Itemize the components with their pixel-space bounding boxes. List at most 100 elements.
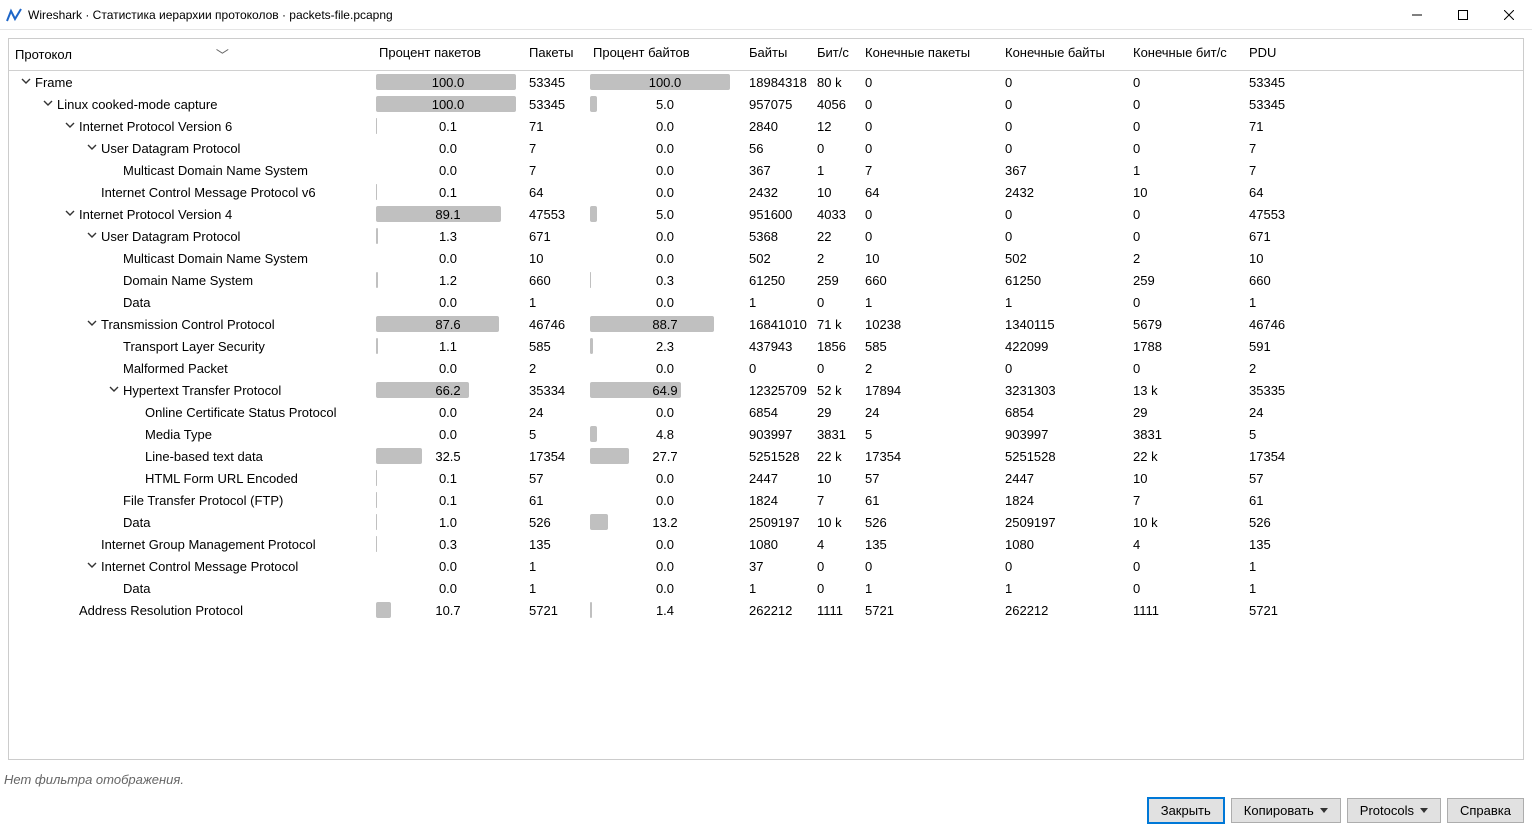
end-bits-per-sec: 0 [1127, 137, 1243, 159]
packets: 660 [523, 269, 587, 291]
maximize-button[interactable] [1440, 0, 1486, 30]
packets: 135 [523, 533, 587, 555]
percent-packets: 1.3 [373, 225, 523, 247]
close-button[interactable]: Закрыть [1147, 797, 1225, 824]
protocol-name: Line-based text data [145, 449, 263, 464]
table-row[interactable]: Malformed Packet0.020.0002002 [9, 357, 1523, 379]
table-row[interactable]: Frame100.053345100.01898431880 k00053345 [9, 71, 1523, 93]
col-pdu[interactable]: PDU [1243, 39, 1333, 66]
end-packets: 5 [859, 423, 999, 445]
tree-toggle-icon[interactable] [63, 120, 77, 133]
table-row[interactable]: Internet Protocol Version 60.1710.028401… [9, 115, 1523, 137]
tree-toggle-icon[interactable] [41, 98, 55, 111]
table-row[interactable]: Internet Protocol Version 489.1475535.09… [9, 203, 1523, 225]
percent-bytes: 0.0 [587, 533, 743, 555]
titlebar: Wireshark · Статистика иерархии протокол… [0, 0, 1532, 30]
bytes: 0 [743, 357, 811, 379]
table-row[interactable]: Address Resolution Protocol10.757211.426… [9, 599, 1523, 621]
close-window-button[interactable] [1486, 0, 1532, 30]
table-row[interactable]: Online Certificate Status Protocol0.0240… [9, 401, 1523, 423]
percent-packets: 0.3 [373, 533, 523, 555]
col-protocol[interactable]: Протокол ﹀ [9, 39, 373, 70]
end-bytes: 2432 [999, 181, 1127, 203]
table-row[interactable]: Hypertext Transfer Protocol66.23533464.9… [9, 379, 1523, 401]
tree-toggle-icon[interactable] [85, 560, 99, 573]
col-percent-bytes[interactable]: Процент байтов [587, 39, 743, 66]
packets: 5721 [523, 599, 587, 621]
protocol-name: Address Resolution Protocol [79, 603, 243, 618]
end-bytes: 422099 [999, 335, 1127, 357]
percent-bytes: 0.0 [587, 291, 743, 313]
bytes: 5251528 [743, 445, 811, 467]
bits-per-sec: 0 [811, 357, 859, 379]
bits-per-sec: 1111 [811, 599, 859, 621]
table-row[interactable]: Multicast Domain Name System0.0100.05022… [9, 247, 1523, 269]
table-row[interactable]: Data1.052613.2250919710 k526250919710 k5… [9, 511, 1523, 533]
table-row[interactable]: Transport Layer Security1.15852.34379431… [9, 335, 1523, 357]
bytes: 6854 [743, 401, 811, 423]
tree-toggle-icon[interactable] [107, 384, 121, 397]
pdu: 7 [1243, 159, 1333, 181]
bytes: 903997 [743, 423, 811, 445]
end-bytes: 0 [999, 115, 1127, 137]
table-row[interactable]: Line-based text data32.51735427.75251528… [9, 445, 1523, 467]
table-row[interactable]: Linux cooked-mode capture100.0533455.095… [9, 93, 1523, 115]
col-bytes[interactable]: Байты [743, 39, 811, 66]
tree-toggle-icon[interactable] [85, 230, 99, 243]
table-row[interactable]: Media Type0.054.89039973831590399738315 [9, 423, 1523, 445]
col-packets[interactable]: Пакеты [523, 39, 587, 66]
pdu: 64 [1243, 181, 1333, 203]
percent-packets: 0.0 [373, 423, 523, 445]
table-row[interactable]: Domain Name System1.26600.36125025966061… [9, 269, 1523, 291]
tree-toggle-icon[interactable] [85, 142, 99, 155]
percent-packets: 0.1 [373, 181, 523, 203]
table-row[interactable]: User Datagram Protocol1.36710.0536822000… [9, 225, 1523, 247]
percent-packets: 66.2 [373, 379, 523, 401]
tree-toggle-icon[interactable] [19, 76, 33, 89]
percent-bytes: 5.0 [587, 203, 743, 225]
end-packets: 5721 [859, 599, 999, 621]
col-end-packets[interactable]: Конечные пакеты [859, 39, 999, 66]
protocol-name: User Datagram Protocol [101, 229, 240, 244]
percent-bytes: 0.0 [587, 225, 743, 247]
pdu: 35335 [1243, 379, 1333, 401]
table-row[interactable]: Internet Group Management Protocol0.3135… [9, 533, 1523, 555]
packets: 1 [523, 577, 587, 599]
col-bits[interactable]: Бит/с [811, 39, 859, 66]
percent-bytes: 0.0 [587, 159, 743, 181]
percent-bytes: 5.0 [587, 93, 743, 115]
minimize-button[interactable] [1394, 0, 1440, 30]
end-bits-per-sec: 2 [1127, 247, 1243, 269]
table-row[interactable]: Data0.010.0101101 [9, 577, 1523, 599]
end-packets: 24 [859, 401, 999, 423]
copy-button[interactable]: Копировать [1231, 798, 1341, 823]
tree-toggle-icon[interactable] [85, 318, 99, 331]
end-bits-per-sec: 0 [1127, 577, 1243, 599]
help-button[interactable]: Справка [1447, 798, 1524, 823]
pdu: 71 [1243, 115, 1333, 137]
protocol-name: Internet Protocol Version 6 [79, 119, 232, 134]
bits-per-sec: 1 [811, 159, 859, 181]
table-row[interactable]: File Transfer Protocol (FTP)0.1610.01824… [9, 489, 1523, 511]
packets: 64 [523, 181, 587, 203]
packets: 53345 [523, 71, 587, 93]
end-packets: 1 [859, 291, 999, 313]
bytes: 12325709 [743, 379, 811, 401]
end-bits-per-sec: 3831 [1127, 423, 1243, 445]
tree-toggle-icon[interactable] [63, 208, 77, 221]
table-row[interactable]: Internet Control Message Protocol0.010.0… [9, 555, 1523, 577]
col-end-bytes[interactable]: Конечные байты [999, 39, 1127, 66]
protocol-hierarchy-table[interactable]: Протокол ﹀ Процент пакетов Пакеты Процен… [8, 38, 1524, 760]
table-row[interactable]: HTML Form URL Encoded0.1570.024471057244… [9, 467, 1523, 489]
percent-packets: 100.0 [373, 93, 523, 115]
pdu: 526 [1243, 511, 1333, 533]
col-percent-packets[interactable]: Процент пакетов [373, 39, 523, 66]
table-row[interactable]: Transmission Control Protocol87.64674688… [9, 313, 1523, 335]
table-row[interactable]: User Datagram Protocol0.070.05600007 [9, 137, 1523, 159]
table-row[interactable]: Data0.010.0101101 [9, 291, 1523, 313]
table-row[interactable]: Multicast Domain Name System0.070.036717… [9, 159, 1523, 181]
percent-packets: 0.0 [373, 555, 523, 577]
col-end-bits[interactable]: Конечные бит/с [1127, 39, 1243, 66]
table-row[interactable]: Internet Control Message Protocol v60.16… [9, 181, 1523, 203]
protocols-button[interactable]: Protocols [1347, 798, 1441, 823]
